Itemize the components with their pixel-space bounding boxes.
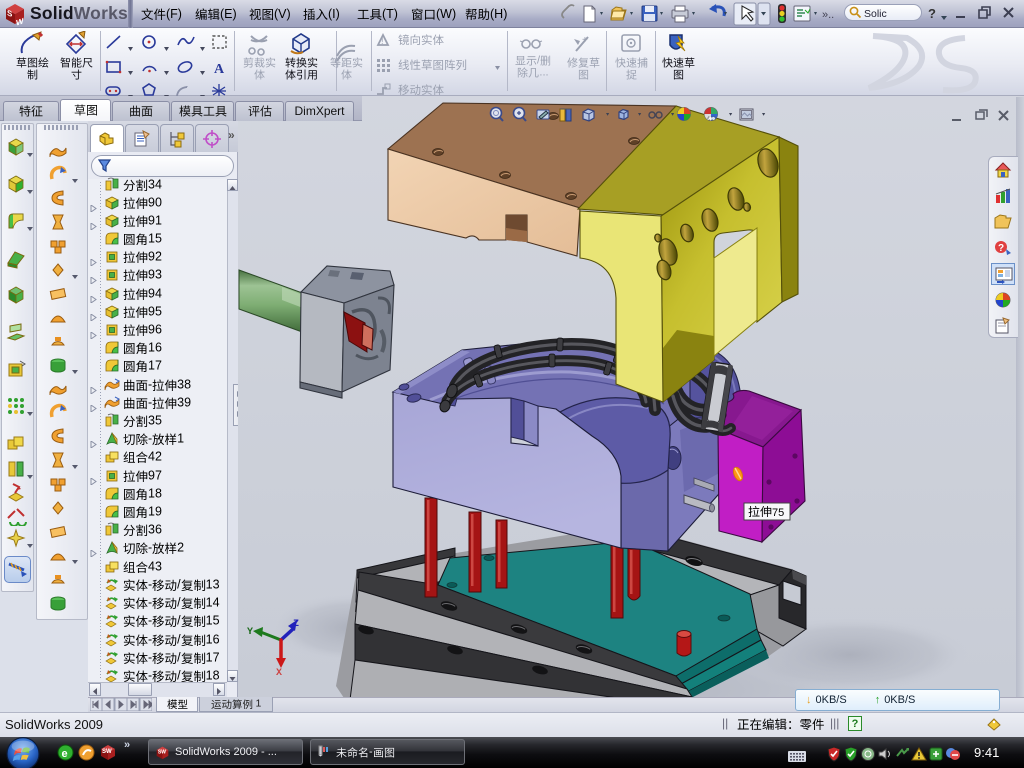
svg-text:?: ?: [998, 243, 1004, 254]
svg-text:+: +: [582, 35, 588, 46]
svg-text:A: A: [214, 62, 225, 76]
svg-text:SW: SW: [102, 749, 112, 755]
svg-text:Y: Y: [247, 627, 253, 638]
svg-text:!: !: [381, 36, 384, 46]
svg-text:W: W: [16, 16, 24, 26]
svg-text:SW: SW: [158, 749, 166, 755]
svg-text:Z: Z: [293, 619, 299, 630]
svg-text:»..: »..: [822, 9, 834, 21]
svg-text:75: 75: [772, 507, 784, 519]
svg-text:e: e: [62, 748, 68, 760]
svg-text:X: X: [276, 668, 282, 679]
